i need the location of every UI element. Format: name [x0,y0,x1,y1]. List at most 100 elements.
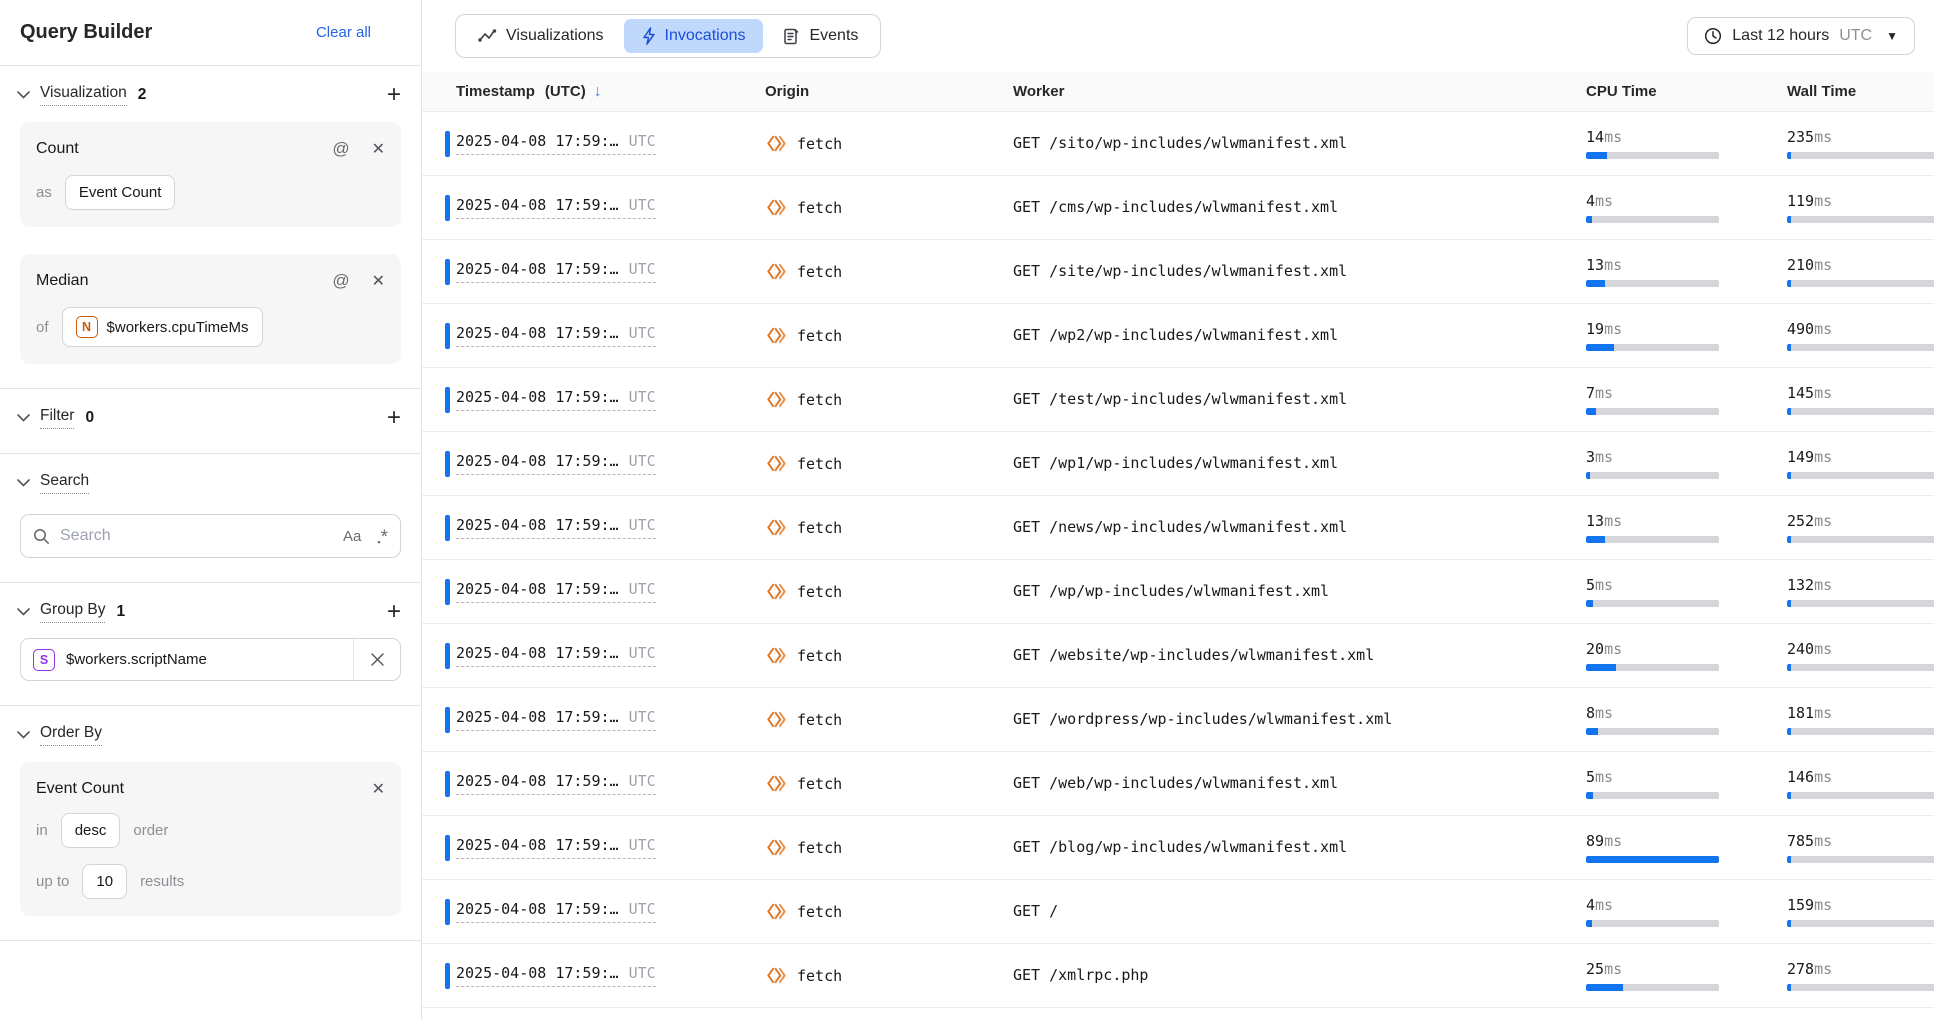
table-row[interactable]: 2025-04-08 17:59:… UTC fetch GET /site/w… [422,240,1934,304]
remove-order-by-icon[interactable]: ✕ [372,779,385,799]
worker-request: GET / [1013,902,1058,920]
timestamp-cell[interactable]: 2025-04-08 17:59:… UTC [456,324,765,347]
timestamp-cell[interactable]: 2025-04-08 17:59:… UTC [456,452,765,475]
cpu-time-value: 89 [1586,832,1604,850]
origin-label: fetch [797,583,842,601]
table-row[interactable]: 2025-04-08 17:59:… UTC fetch GET /news/w… [422,496,1934,560]
table-row[interactable]: 2025-04-08 17:59:… UTC fetch GET /test/w… [422,368,1934,432]
remove-group-by-icon[interactable] [353,639,400,680]
table-row[interactable]: 2025-04-08 17:59:… UTC fetch GET /blog/w… [422,816,1934,880]
add-filter-button[interactable]: + [387,409,401,427]
fetch-origin-icon [765,900,788,923]
time-range-label: Last 12 hours [1732,27,1829,45]
tab-invocations[interactable]: Invocations [624,19,764,53]
col-timestamp[interactable]: Timestamp (UTC) ↓ [456,83,765,101]
group-by-field[interactable]: S $workers.scriptName [20,638,401,681]
add-visualization-button[interactable]: + [387,86,401,104]
origin-cell: fetch [765,388,1013,411]
remove-median-icon[interactable]: ✕ [372,271,385,291]
timestamp-cell[interactable]: 2025-04-08 17:59:… UTC [456,196,765,219]
wall-time-bar [1787,600,1934,607]
table-row[interactable]: 2025-04-08 17:59:… UTC fetch GET /websit… [422,624,1934,688]
timestamp-cell[interactable]: 2025-04-08 17:59:… UTC [456,964,765,987]
worker-request: GET /wp1/wp-includes/wlwmanifest.xml [1013,454,1338,472]
wall-time-cell: 240ms [1787,640,1934,671]
col-worker[interactable]: Worker [1013,83,1586,100]
timestamp-cell[interactable]: 2025-04-08 17:59:… UTC [456,260,765,283]
table-row[interactable]: 2025-04-08 17:59:… UTC fetch GET /wp2/wp… [422,304,1934,368]
cpu-time-value: 13 [1586,256,1604,274]
add-group-by-button[interactable]: + [387,603,401,621]
count-alias-button[interactable]: Event Count [65,175,176,210]
col-cpu-time[interactable]: CPU Time [1586,83,1787,100]
regex-toggle[interactable]: ▪* [377,525,388,547]
origin-label: fetch [797,519,842,537]
timestamp-cell[interactable]: 2025-04-08 17:59:… UTC [456,644,765,667]
chevron-down-icon[interactable] [12,472,34,494]
event-indicator-bar [445,579,450,605]
table-row[interactable]: 2025-04-08 17:59:… UTC fetch GET /wp/wp-… [422,560,1934,624]
timestamp-cell[interactable]: 2025-04-08 17:59:… UTC [456,836,765,859]
at-mention-icon[interactable]: @ [332,271,349,291]
event-indicator-bar [445,707,450,733]
table-row[interactable]: 2025-04-08 17:59:… UTC fetch GET /sito/w… [422,112,1934,176]
median-field-button[interactable]: N $workers.cpuTimeMs [62,307,263,347]
timestamp-cell[interactable]: 2025-04-08 17:59:… UTC [456,708,765,731]
sort-direction-button[interactable]: desc [61,813,121,848]
search-input[interactable] [60,527,343,545]
tab-events[interactable]: Events [765,19,876,53]
cpu-time-value: 19 [1586,320,1604,338]
case-sensitive-toggle[interactable]: Aa [343,528,361,545]
sort-descending-icon[interactable]: ↓ [594,83,602,101]
chevron-down-icon[interactable] [12,601,34,623]
tab-visualizations[interactable]: Visualizations [460,19,622,53]
visualization-section-label[interactable]: Visualization [40,84,127,106]
timestamp-value: 2025-04-08 17:59:… [456,580,619,598]
origin-cell: fetch [765,964,1013,987]
wall-time-bar [1787,472,1934,479]
cpu-time-cell: 7ms [1586,384,1787,415]
search-section-label[interactable]: Search [40,472,89,494]
caret-down-icon: ▼ [1886,29,1898,43]
table-row[interactable]: 2025-04-08 17:59:… UTC fetch GET /web/wp… [422,752,1934,816]
timestamp-cell[interactable]: 2025-04-08 17:59:… UTC [456,516,765,539]
timestamp-timezone: UTC [629,260,656,278]
string-type-badge: S [33,649,55,671]
cpu-time-bar-fill [1586,280,1605,287]
col-origin[interactable]: Origin [765,83,1013,100]
in-label: in [36,822,48,839]
remove-count-icon[interactable]: ✕ [372,139,385,159]
tab-label: Visualizations [506,27,604,45]
wall-time-unit: ms [1814,448,1832,466]
at-mention-icon[interactable]: @ [332,139,349,159]
row-indicator-cell [422,240,456,303]
table-row[interactable]: 2025-04-08 17:59:… UTC fetch GET /xmlrpc… [422,944,1934,1008]
timestamp-cell[interactable]: 2025-04-08 17:59:… UTC [456,388,765,411]
cpu-time-value: 5 [1586,768,1595,786]
cpu-time-cell: 4ms [1586,192,1787,223]
timestamp-cell[interactable]: 2025-04-08 17:59:… UTC [456,900,765,923]
cpu-time-cell: 20ms [1586,640,1787,671]
timestamp-cell[interactable]: 2025-04-08 17:59:… UTC [456,772,765,795]
table-row[interactable]: 2025-04-08 17:59:… UTC fetch GET /cms/wp… [422,176,1934,240]
timestamp-cell[interactable]: 2025-04-08 17:59:… UTC [456,132,765,155]
table-row[interactable]: 2025-04-08 17:59:… UTC fetch GET / 4ms 1… [422,880,1934,944]
group-by-section-label[interactable]: Group By [40,601,105,623]
cpu-time-unit: ms [1604,128,1622,146]
result-limit-button[interactable]: 10 [82,864,127,899]
table-row[interactable]: 2025-04-08 17:59:… UTC fetch GET /wordpr… [422,688,1934,752]
chevron-down-icon[interactable] [12,407,34,429]
time-range-button[interactable]: Last 12 hours UTC ▼ [1687,17,1915,55]
wall-time-unit: ms [1814,576,1832,594]
chevron-down-icon[interactable] [12,724,34,746]
order-by-section-label[interactable]: Order By [40,724,102,746]
timestamp-cell[interactable]: 2025-04-08 17:59:… UTC [456,580,765,603]
wall-time-value: 159 [1787,896,1814,914]
row-indicator-cell [422,944,456,1007]
table-row[interactable]: 2025-04-08 17:59:… UTC fetch GET /wp1/wp… [422,432,1934,496]
clear-all-link[interactable]: Clear all [316,24,371,41]
filter-section-label[interactable]: Filter [40,407,74,429]
col-wall-time[interactable]: Wall Time [1787,83,1934,100]
chevron-down-icon[interactable] [12,84,34,106]
timestamp-value: 2025-04-08 17:59:… [456,964,619,982]
